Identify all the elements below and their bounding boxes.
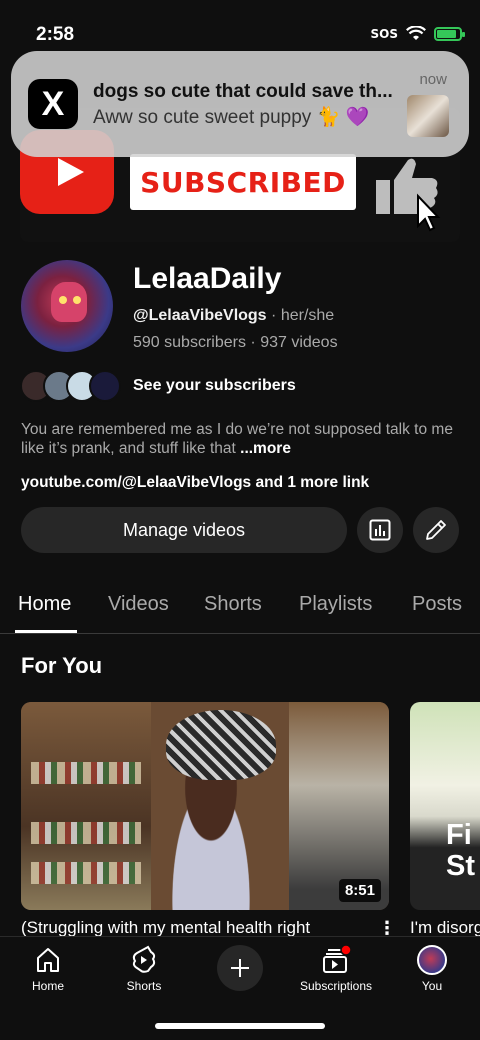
video-count: 937 videos [260, 334, 338, 351]
video-duration: 8:51 [338, 879, 381, 902]
banner-subscribed-text: SUBSCRIBED [130, 154, 356, 210]
subscriber-avatars[interactable] [20, 370, 121, 402]
section-title: For You [21, 653, 103, 678]
video-thumbnail[interactable]: Fi St [410, 702, 480, 910]
tab-shorts[interactable]: Shorts [204, 593, 262, 616]
nav-home-label: Home [31, 979, 64, 993]
notification-thumbnail [407, 95, 449, 137]
edit-channel-button[interactable] [413, 507, 459, 553]
more-links[interactable]: and 1 more link [251, 474, 369, 491]
thumbnail-text: Fi St [446, 819, 475, 882]
analytics-icon [369, 519, 391, 541]
channel-stats: 590 subscribers · 937 videos [133, 334, 338, 351]
push-notification[interactable]: X dogs so cute that could save th... Aww… [11, 51, 469, 157]
notification-title: dogs so cute that could save th... [93, 81, 393, 102]
tab-playlists[interactable]: Playlists [299, 593, 372, 616]
description-more-link[interactable]: ...more [240, 440, 291, 457]
tab-videos[interactable]: Videos [108, 593, 169, 616]
notification-time: now [419, 71, 447, 88]
channel-handle: @LelaaVibeVlogs [133, 307, 267, 324]
shorts-icon [132, 945, 156, 973]
notification-body: Aww so cute sweet puppy 🐈 💜 [93, 107, 370, 128]
see-subscribers-link[interactable]: See your subscribers [133, 377, 296, 395]
home-icon [37, 948, 59, 972]
nav-you[interactable]: You [384, 943, 480, 993]
channel-link[interactable]: youtube.com/@LelaaVibeVlogs [21, 474, 251, 491]
video-title[interactable]: (Struggling with my mental health right [21, 918, 366, 938]
battery-icon [434, 26, 465, 41]
channel-tabs: Home Videos Shorts Playlists Posts [0, 588, 480, 634]
subscriber-count: 590 subscribers [133, 334, 246, 351]
wifi-icon [406, 26, 426, 40]
sos-indicator: SOS [370, 26, 399, 41]
nav-shorts[interactable]: Shorts [96, 943, 192, 993]
nav-subscriptions[interactable]: Subscriptions [288, 943, 384, 993]
home-indicator[interactable] [155, 1023, 325, 1029]
nav-subscriptions-label: Subscriptions [299, 979, 373, 993]
description-text: You are remembered me as I do we’re not … [21, 421, 453, 457]
channel-name: LelaaDaily [133, 262, 282, 295]
plus-icon [231, 959, 249, 977]
subscriber-avatar [89, 370, 121, 402]
channel-avatar[interactable] [21, 260, 113, 352]
analytics-button[interactable] [357, 507, 403, 553]
video-thumbnail[interactable]: 8:51 [21, 702, 389, 910]
tab-posts[interactable]: Posts [412, 593, 462, 616]
create-button[interactable] [217, 945, 263, 991]
status-bar: 2:58 SOS [0, 0, 480, 52]
status-time: 2:58 [36, 24, 75, 45]
tab-home[interactable]: Home [18, 593, 71, 616]
channel-description[interactable]: You are remembered me as I do we’re not … [21, 420, 461, 458]
subscriptions-icon [323, 945, 351, 973]
nav-you-label: You [421, 979, 443, 993]
manage-videos-button[interactable]: Manage videos [21, 507, 347, 553]
nav-home[interactable]: Home [0, 943, 96, 993]
thumbs-up-icon [376, 158, 441, 232]
channel-handle-line: @LelaaVibeVlogs · her/she [133, 307, 335, 324]
video-title[interactable]: I'm disorganized [410, 918, 480, 938]
status-icons: SOS [370, 26, 465, 41]
channel-pronouns: her/she [280, 307, 335, 324]
x-app-icon: X [28, 79, 78, 129]
active-tab-indicator [15, 630, 77, 633]
pencil-icon [426, 520, 446, 540]
you-avatar [417, 945, 447, 975]
nav-shorts-label: Shorts [126, 979, 162, 993]
channel-links[interactable]: youtube.com/@LelaaVibeVlogs and 1 more l… [21, 474, 369, 492]
